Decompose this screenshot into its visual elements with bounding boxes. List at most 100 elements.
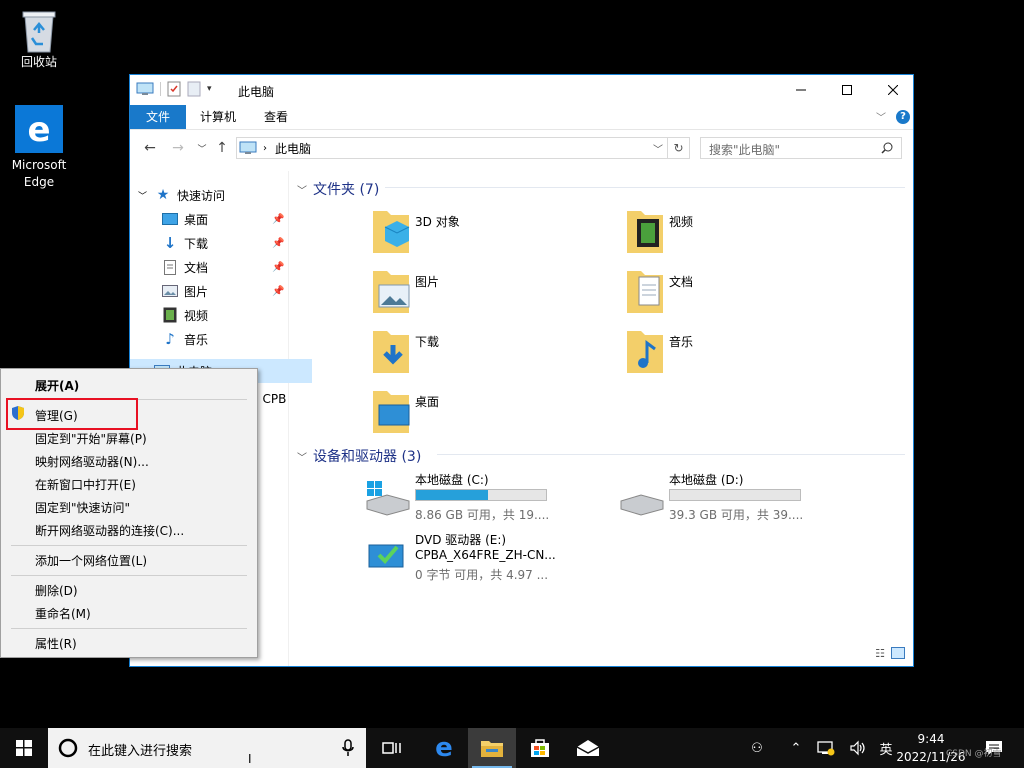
menu-separator [11,628,247,629]
edge-icon: e [435,733,453,763]
cortana-icon [58,738,78,758]
watermark: CSDN @初雪 [946,749,1002,759]
breadcrumb-this-pc[interactable]: 此电脑 [275,140,311,157]
people-button[interactable]: ⚇ [742,728,772,768]
drive-e-dvd[interactable]: DVD 驱动器 (E:) CPBA_X64FRE_ZH-CN... 0 字节 可… [365,531,585,595]
recent-locations-button[interactable]: ﹀ [192,138,212,158]
refresh-icon: ↻ [673,141,684,155]
taskbar-store[interactable] [516,728,564,768]
folders-group-header[interactable]: ﹀ 文件夹 (7) [297,179,379,199]
devices-group-header[interactable]: ﹀ 设备和驱动器 (3) [297,446,421,466]
forward-button[interactable]: → [168,138,188,158]
tab-computer[interactable]: 计算机 [186,105,250,129]
expand-chevron-icon[interactable]: ﹀ [138,189,147,202]
nav-label: 桌面 [184,212,209,227]
desktop-folder-icon [369,387,413,435]
downloads-folder-icon [369,327,413,375]
pin-icon: 📌 [272,285,285,297]
new-folder-icon[interactable] [187,81,201,97]
details-view-icon[interactable]: ☷ [875,647,885,660]
menu-item-pin-quick-access[interactable]: 固定到"快速访问" [35,499,130,516]
taskbar-mail[interactable] [564,728,612,768]
properties-icon[interactable] [167,81,181,97]
computer-icon [136,82,154,95]
folder-pictures[interactable]: 图片 [369,267,439,323]
start-button[interactable] [0,728,48,768]
divider [437,454,905,455]
customize-toolbar-chevron-down-icon[interactable]: ▾ [207,84,212,94]
menu-item-expand[interactable]: 展开(A) [35,377,79,394]
folder-music[interactable]: 音乐 [623,327,693,383]
store-bag-icon [531,739,549,757]
menu-separator [11,575,247,576]
address-field[interactable]: › 此电脑 ﹀ [236,137,668,159]
arrow-up-icon: ↑ [216,140,228,156]
voice-search-button[interactable] [330,728,366,768]
up-button[interactable]: ↑ [212,138,232,158]
taskbar-search-box[interactable]: 在此键入进行搜索 I [48,728,330,768]
desktop-icon-recycle-bin[interactable]: 回收站 [1,8,77,71]
chevron-up-icon: ⌃ [790,740,802,756]
folder-documents[interactable]: 文档 [623,267,693,323]
documents-folder-icon [623,267,667,315]
tab-file[interactable]: 文件 [130,105,187,129]
minimize-button[interactable] [778,75,824,105]
nav-label: 音乐 [184,332,209,347]
breadcrumb-chevron-icon[interactable]: › [263,143,267,154]
tab-view[interactable]: 查看 [250,105,302,129]
folder-downloads[interactable]: 下载 [369,327,439,383]
title-bar[interactable]: ▾ 此电脑 [130,75,913,105]
videos-folder-icon [623,207,667,255]
menu-item-rename[interactable]: 重命名(M) [35,605,91,622]
folder-name: 图片 [415,275,440,289]
arrow-left-icon: ← [144,140,156,156]
drive-name: DVD 驱动器 (E:) [415,533,507,547]
network-button[interactable] [814,728,838,768]
drive-d[interactable]: 本地磁盘 (D:) 39.3 GB 可用，共 39.... [619,471,819,535]
drive-usage-bar [669,489,801,501]
menu-item-properties[interactable]: 属性(R) [35,635,77,652]
menu-item-pin-to-start[interactable]: 固定到"开始"屏幕(P) [35,430,147,447]
menu-item-map-network-drive[interactable]: 映射网络驱动器(N)... [35,453,149,470]
folder-name: 桌面 [415,395,440,409]
search-input[interactable]: 搜索"此电脑" [700,137,902,159]
desktop-folder-icon [162,211,178,227]
taskbar-file-explorer[interactable] [468,728,516,768]
divider [385,187,905,188]
svg-text:e: e [27,110,50,150]
tiles-view-icon[interactable] [891,647,905,659]
group-title: 文件夹 (7) [313,182,380,198]
show-hidden-icons-button[interactable]: ⌃ [784,728,808,768]
pictures-folder-icon [369,267,413,315]
folder-name: 视频 [669,215,694,229]
3d-objects-folder-icon [369,207,413,255]
menu-item-add-network-location[interactable]: 添加一个网络位置(L) [35,552,147,569]
menu-item-disconnect-network-drive[interactable]: 断开网络驱动器的连接(C)... [35,522,184,539]
refresh-button[interactable]: ↻ [668,137,690,159]
folder-videos[interactable]: 视频 [623,207,693,263]
quick-access-toolbar: ▾ [136,81,212,97]
content-pane: ﹀ 文件夹 (7) 3D 对象 视频 图片 文档 下载 音乐 桌面 ﹀ 设备和驱… [289,171,913,666]
volume-button[interactable] [846,728,870,768]
task-view-button[interactable] [368,728,416,768]
address-dropdown-chevron-down-icon[interactable]: ﹀ [653,141,663,156]
folder-name: 下载 [415,335,440,349]
folder-desktop[interactable]: 桌面 [369,387,439,443]
taskbar-search-placeholder: 在此键入进行搜索 [88,744,193,759]
input-method-button[interactable]: 英 [874,728,898,768]
download-icon: ↓ [163,234,177,252]
drive-c[interactable]: 本地磁盘 (C:) 8.86 GB 可用，共 19.... [365,471,565,535]
maximize-button[interactable] [824,75,870,105]
expand-ribbon-chevron-down-icon[interactable]: ﹀ [876,109,886,124]
chevron-down-icon: ﹀ [197,144,207,155]
ribbon-tabs: 文件 计算机 查看 ﹀ ? [130,105,913,130]
menu-item-delete[interactable]: 删除(D) [35,582,78,599]
nav-quick-access[interactable]: ﹀ ★ 快速访问 [130,183,296,207]
back-button[interactable]: ← [140,138,160,158]
desktop-icon-edge[interactable]: e Microsoft Edge [1,105,77,191]
taskbar-edge[interactable]: e [420,728,468,768]
help-icon[interactable]: ? [896,110,910,124]
folder-3d-objects[interactable]: 3D 对象 [369,207,460,263]
menu-item-open-new-window[interactable]: 在新窗口中打开(E) [35,476,136,493]
close-button[interactable] [870,75,916,105]
